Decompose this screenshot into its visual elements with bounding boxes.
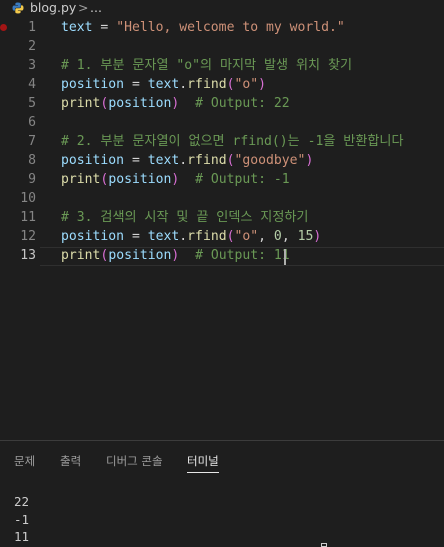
breadcrumb: blog.py > ...: [0, 0, 444, 17]
code-text: print(position) # Output: 11: [61, 246, 290, 265]
terminal-cursor: [321, 543, 327, 547]
line-number: 8: [28, 153, 36, 168]
terminal-line: -1: [14, 512, 30, 527]
line-number: 4: [28, 77, 36, 92]
code-line[interactable]: 11 # 3. 검색의 시작 및 끝 인덱스 지정하기: [0, 208, 444, 227]
line-number: 9: [28, 172, 36, 187]
breadcrumb-separator: >: [78, 0, 89, 15]
code-line[interactable]: 10: [0, 189, 444, 208]
code-line[interactable]: 5 print(position) # Output: 22: [0, 94, 444, 113]
code-line[interactable]: 3 # 1. 부분 문자열 "o"의 마지막 발생 위치 찾기: [0, 56, 444, 75]
code-text: print(position) # Output: -1: [61, 170, 290, 189]
line-number: 1: [28, 20, 36, 35]
code-token: text: [61, 20, 93, 35]
code-text: # 3. 검색의 시작 및 끝 인덱스 지정하기: [61, 208, 308, 227]
code-token: position: [108, 248, 172, 263]
code-token: 0: [273, 229, 282, 244]
code-text: position = text.rfind("goodbye"): [61, 151, 313, 170]
code-token: rfind: [187, 229, 227, 244]
code-token: =: [124, 229, 148, 244]
line-number: 7: [28, 134, 36, 149]
code-line[interactable]: 1 text = "Hello, welcome to my world.": [0, 18, 444, 37]
code-token: # 2. 부분 문자열이 없으면 rfind()는 -1을 반환합니다: [61, 134, 404, 149]
code-token: "Hello, welcome to my world.": [116, 20, 345, 35]
breadcrumb-file[interactable]: blog.py: [30, 0, 76, 15]
code-line[interactable]: 12 position = text.rfind("o", 0, 15): [0, 227, 444, 246]
code-token: position: [61, 229, 125, 244]
code-token: ,: [258, 229, 274, 244]
code-token: position: [108, 172, 172, 187]
line-number: 2: [28, 39, 36, 54]
code-token: text: [147, 153, 180, 168]
text-cursor: [284, 249, 286, 265]
code-token: rfind: [187, 153, 227, 168]
code-line[interactable]: 6: [0, 113, 444, 132]
tab-output[interactable]: 출력: [60, 453, 81, 469]
code-token: "o": [234, 77, 259, 92]
terminal-line: 11: [14, 529, 30, 544]
code-text: position = text.rfind("o"): [61, 75, 266, 94]
line-number: 6: [28, 115, 36, 130]
code-token: position: [108, 96, 172, 111]
code-token: =: [124, 77, 148, 92]
code-line[interactable]: 9 print(position) # Output: -1: [0, 170, 444, 189]
code-token: position: [61, 77, 125, 92]
code-token: "goodbye": [234, 153, 306, 168]
line-number: 5: [28, 96, 36, 111]
code-token: # Output: 22: [195, 96, 290, 111]
line-number: 3: [28, 58, 36, 73]
code-token: "o": [234, 229, 259, 244]
code-token: .: [179, 153, 188, 168]
line-number: 11: [20, 210, 36, 225]
code-token: # 3. 검색의 시작 및 끝 인덱스 지정하기: [61, 210, 309, 225]
code-token: ,: [281, 229, 298, 244]
code-line[interactable]: 8 position = text.rfind("goodbye"): [0, 151, 444, 170]
python-file-icon: [12, 2, 24, 14]
code-token: print: [61, 96, 101, 111]
code-token: .: [179, 229, 188, 244]
code-token: =: [124, 153, 148, 168]
panel-tabs: 문제 출력 디버그 콘솔 터미널: [0, 441, 444, 477]
code-token: 15: [297, 229, 314, 244]
code-token: ): [305, 153, 314, 168]
code-text: text = "Hello, welcome to my world.": [61, 18, 345, 37]
code-line[interactable]: 7 # 2. 부분 문자열이 없으면 rfind()는 -1을 반환합니다: [0, 132, 444, 151]
code-token: =: [92, 20, 117, 35]
tab-debug-console[interactable]: 디버그 콘솔: [106, 453, 163, 469]
line-number: 10: [20, 191, 36, 206]
code-token: print: [61, 172, 101, 187]
code-token: text: [147, 77, 180, 92]
code-token: rfind: [187, 77, 227, 92]
line-number: 13: [20, 248, 36, 263]
terminal-line: 22: [14, 494, 30, 509]
code-token: ): [313, 229, 322, 244]
code-text: # 1. 부분 문자열 "o"의 마지막 발생 위치 찾기: [61, 56, 352, 75]
code-text: # 2. 부분 문자열이 없으면 rfind()는 -1을 반환합니다: [61, 132, 404, 151]
code-token: ): [258, 77, 267, 92]
code-line[interactable]: 2: [0, 37, 444, 56]
code-token: text: [147, 229, 180, 244]
code-token: # 1. 부분 문자열 "o"의 마지막 발생 위치 찾기: [61, 58, 353, 73]
code-line[interactable]: 13 print(position) # Output: 11: [0, 246, 444, 265]
code-token: print: [61, 248, 101, 263]
code-line[interactable]: 4 position = text.rfind("o"): [0, 75, 444, 94]
line-number: 12: [20, 229, 36, 244]
code-text: print(position) # Output: 22: [61, 94, 290, 113]
code-token: # Output: 11: [195, 248, 290, 263]
code-token: .: [179, 77, 188, 92]
bottom-panel: 문제 출력 디버그 콘솔 터미널 22 -1 11: [0, 440, 444, 547]
breadcrumb-symbols[interactable]: ...: [90, 0, 102, 15]
tab-problems[interactable]: 문제: [14, 453, 35, 469]
code-text: position = text.rfind("o", 0, 15): [61, 227, 321, 246]
code-token: position: [61, 153, 125, 168]
code-token: # Output: -1: [195, 172, 290, 187]
tab-terminal[interactable]: 터미널: [187, 453, 219, 473]
